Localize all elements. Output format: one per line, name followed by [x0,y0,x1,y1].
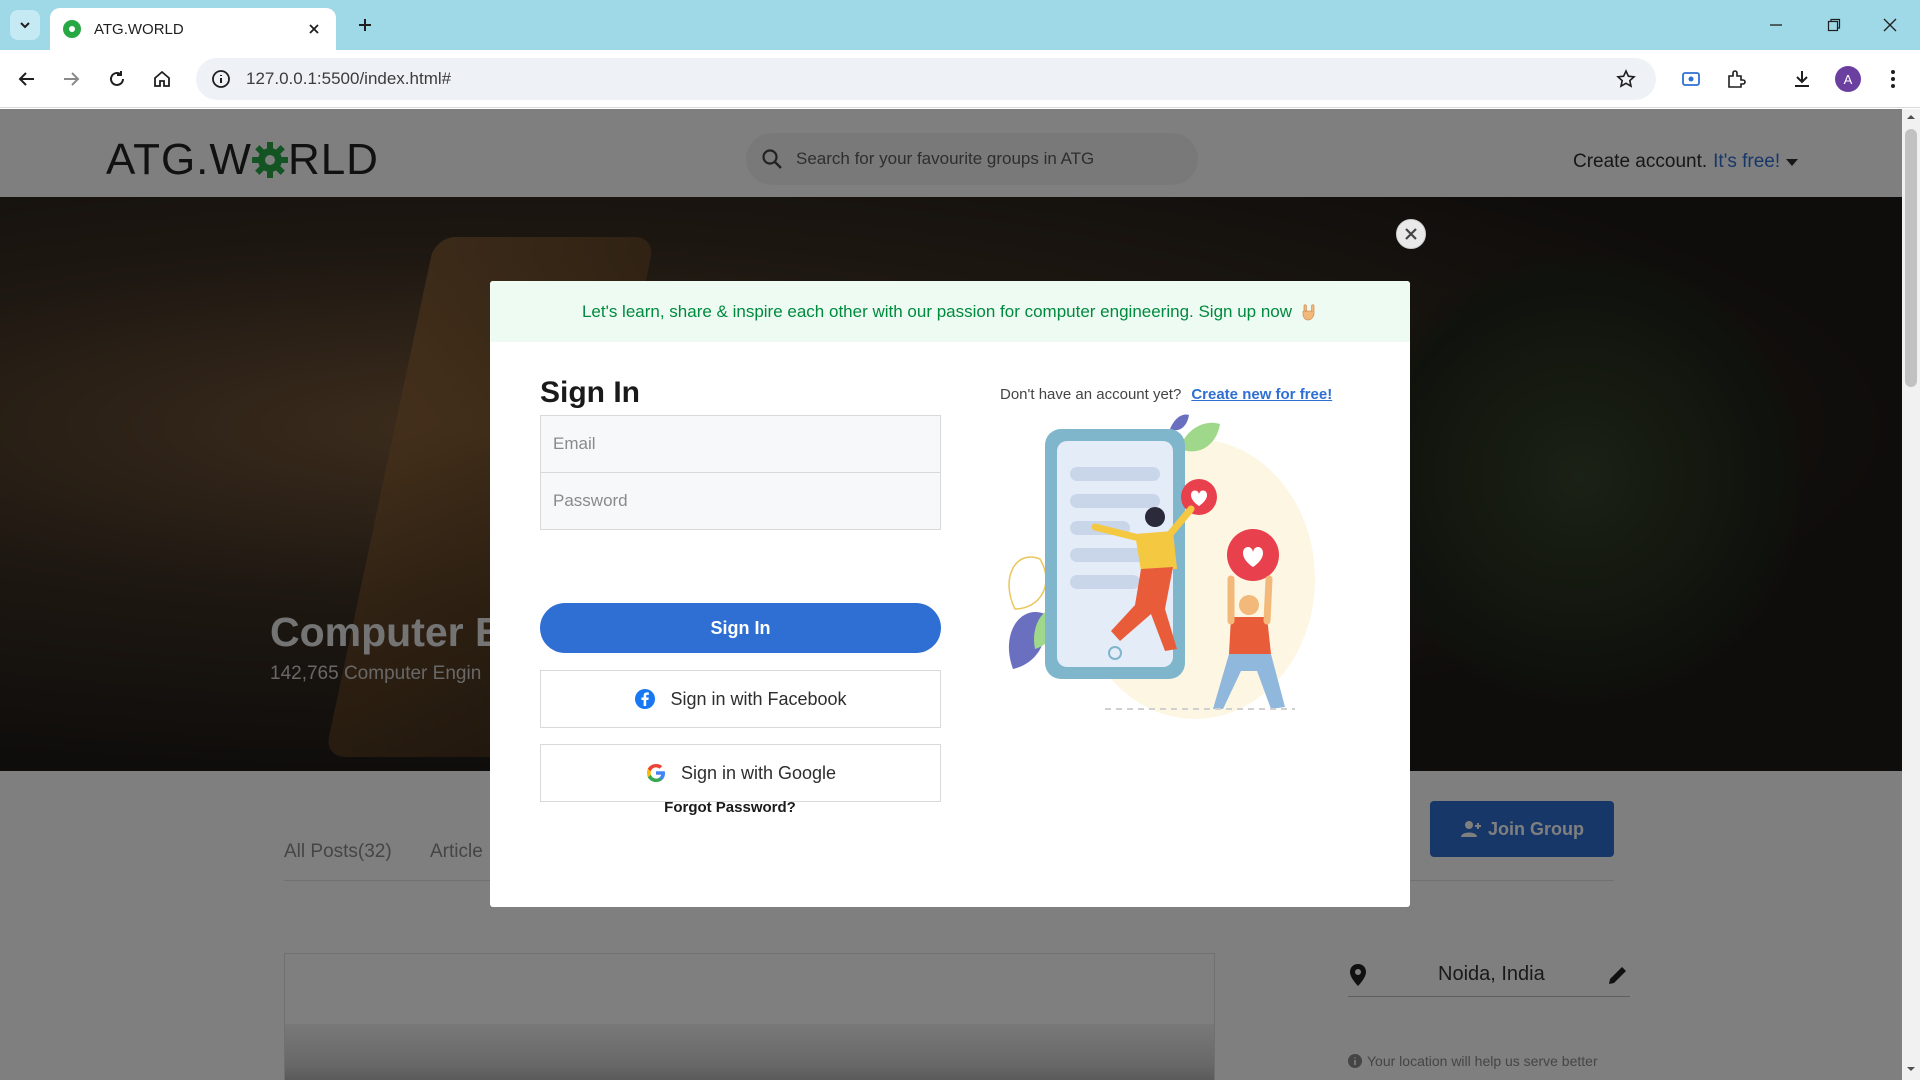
page-scrollbar[interactable] [1902,109,1920,1080]
new-tab-button[interactable] [352,12,378,38]
scroll-up-arrow-icon[interactable] [1906,112,1916,122]
scroll-down-arrow-icon[interactable] [1906,1064,1916,1074]
reload-button[interactable] [102,64,132,94]
web-page: ATG.W RLD Search for your favourite grou… [0,109,1902,1080]
atg-favicon-icon [63,20,81,38]
signin-button[interactable]: Sign In [540,603,941,653]
browser-tab-active[interactable]: ATG.WORLD [50,8,336,50]
minimize-button[interactable] [1758,10,1794,40]
google-signin-label: Sign in with Google [680,762,837,783]
rock-hand-emoji-icon [1302,303,1315,320]
create-account-link[interactable]: Create new for free! [1191,386,1332,403]
password-field[interactable]: Password [540,472,941,530]
site-info-icon[interactable] [200,58,242,100]
reload-icon [110,71,124,86]
modal-banner: Let's learn, share & inspire each other … [490,281,1410,342]
signin-title: Sign In [540,376,640,409]
signup-illustration [1008,414,1315,719]
email-field[interactable]: Email [540,415,941,473]
signin-modal: Let's learn, share & inspire each other … [490,281,1410,907]
download-icon[interactable] [1787,64,1817,94]
facebook-signin-label: Sign in with Facebook [670,688,847,709]
home-icon [154,70,170,87]
restore-button[interactable] [1816,10,1852,40]
back-button[interactable] [12,64,42,94]
minimize-icon [1770,24,1782,26]
tab-search-button[interactable] [10,10,40,40]
scrollbar-thumb[interactable] [1905,129,1917,387]
forgot-password-link[interactable]: Forgot Password? [540,799,920,816]
arrow-left-icon [18,72,34,86]
profile-avatar[interactable]: A [1835,66,1861,92]
home-button[interactable] [147,64,177,94]
tab-title: ATG.WORLD [94,20,184,38]
arrow-right-icon [64,72,80,86]
chevron-down-icon [20,22,30,29]
tab-close-icon[interactable] [304,19,324,39]
browser-tabbar: ATG.WORLD [0,0,1920,50]
address-bar[interactable]: 127.0.0.1:5500/index.html# [196,58,1656,100]
restore-icon [1827,18,1841,32]
password-placeholder: Password [553,491,628,510]
forward-button[interactable] [56,64,86,94]
browser-menu-icon[interactable] [1878,64,1908,94]
close-window-button[interactable] [1872,10,1908,40]
google-signin-button[interactable]: Sign in with Google [540,744,941,802]
create-account-prompt: Don't have an account yet? Create new fo… [1000,386,1332,403]
screen-capture-icon[interactable] [1676,64,1706,94]
no-account-text: Don't have an account yet? [1000,386,1182,403]
browser-toolbar: 127.0.0.1:5500/index.html# [0,50,1920,108]
banner-text: Let's learn, share & inspire each other … [581,301,1293,321]
close-icon [1883,18,1897,32]
url-text[interactable]: 127.0.0.1:5500/index.html# [246,69,1606,89]
bookmark-star-icon[interactable] [1606,58,1646,100]
email-placeholder: Email [553,434,596,453]
close-icon [1405,228,1417,240]
modal-close-button[interactable] [1396,219,1426,249]
facebook-icon [635,689,656,709]
extensions-icon[interactable] [1721,64,1751,94]
google-icon [646,764,665,782]
plus-icon [359,19,371,31]
facebook-signin-button[interactable]: Sign in with Facebook [540,670,941,728]
